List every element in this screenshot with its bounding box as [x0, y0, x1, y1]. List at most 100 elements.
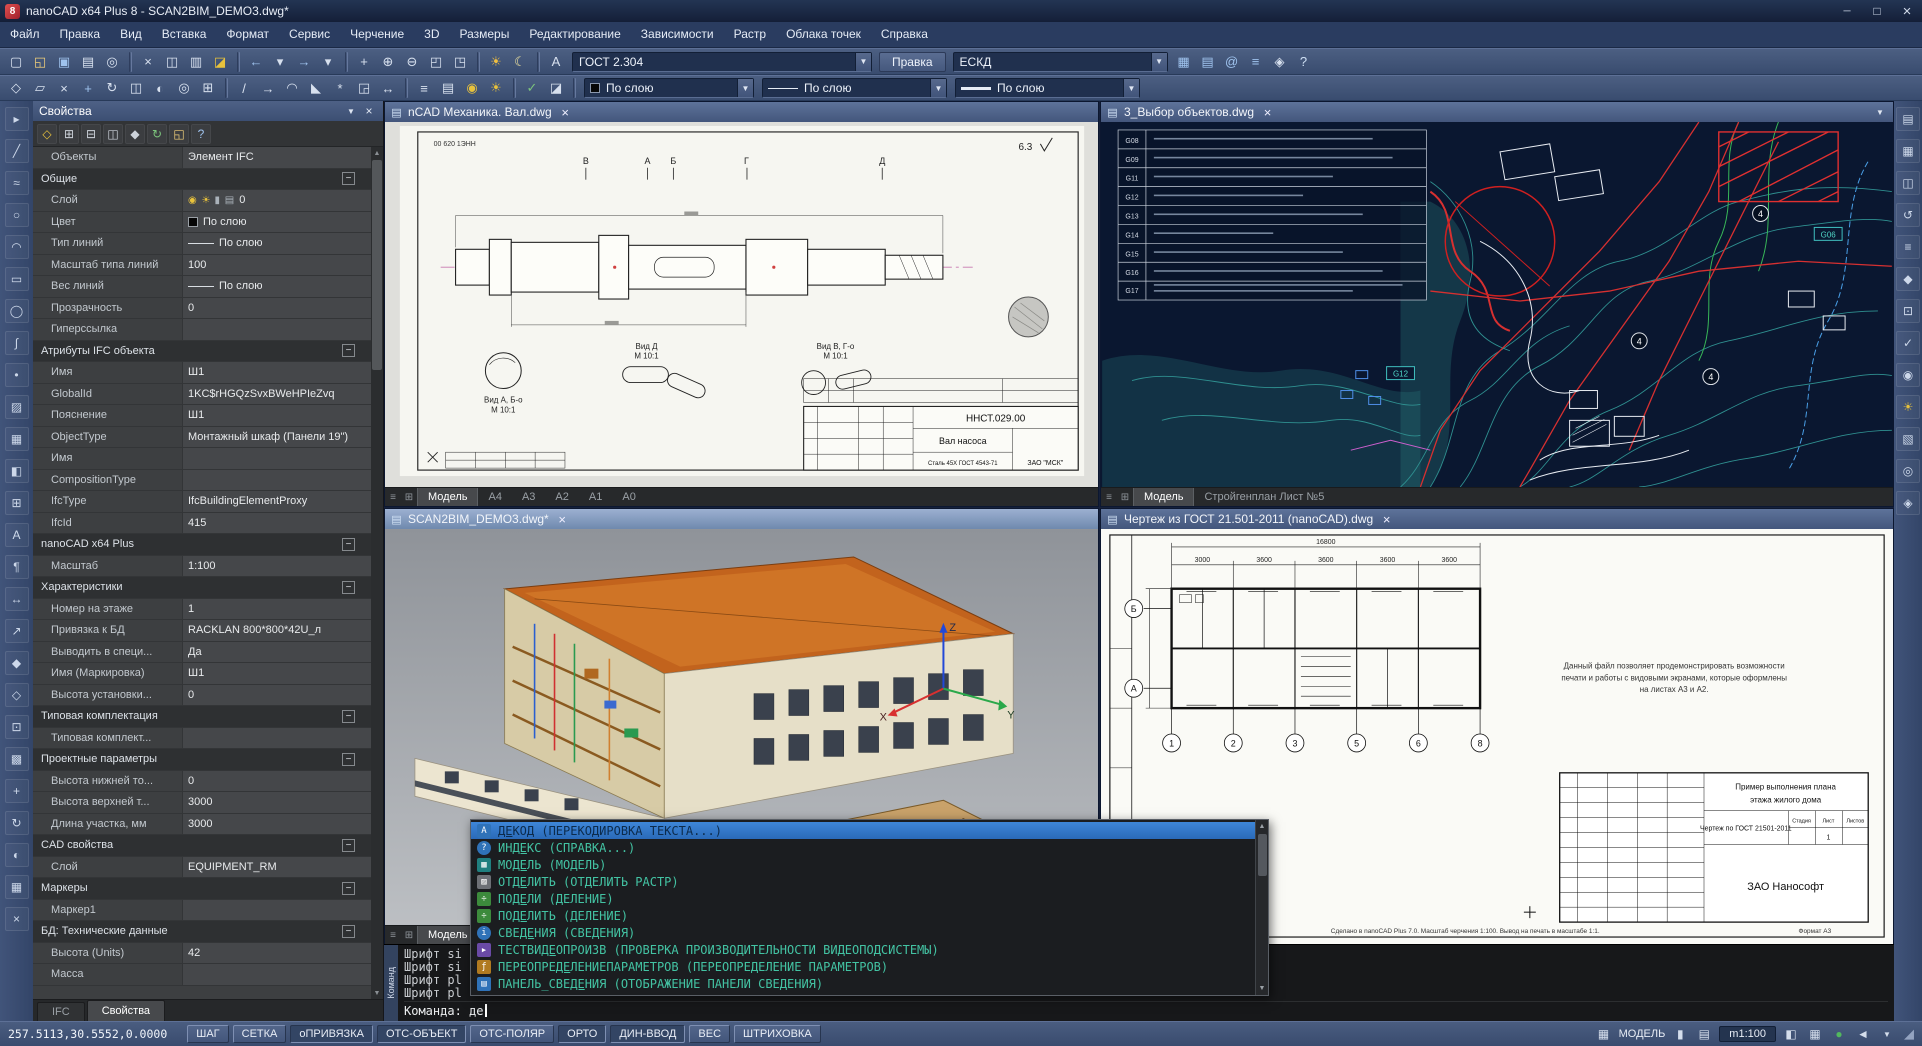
layout-grid-icon[interactable]: [401, 930, 417, 941]
panel-collapse-icon[interactable]: [343, 103, 359, 119]
new-file-icon[interactable]: ▢: [5, 51, 27, 73]
status-toggle[interactable]: ШАГ: [187, 1025, 228, 1043]
copy-object-icon[interactable]: ◫: [125, 77, 147, 99]
collapse-section-icon[interactable]: [342, 710, 355, 723]
quick-select-icon[interactable]: ◇: [37, 124, 57, 144]
property-row[interactable]: ObjectType Монтажный шкаф (Панели 19"): [33, 427, 371, 449]
notes-icon[interactable]: ▤: [1197, 51, 1219, 73]
night-mode-icon[interactable]: ☾: [509, 51, 531, 73]
menu-item[interactable]: Растр: [724, 22, 776, 47]
clear-selection-icon[interactable]: ⊟: [81, 124, 101, 144]
redo-list-icon[interactable]: ▾: [317, 51, 339, 73]
property-row[interactable]: nanoCAD x64 Plus: [33, 534, 371, 556]
circle-icon[interactable]: ○: [5, 203, 29, 227]
collapse-section-icon[interactable]: [342, 753, 355, 766]
properties-panel-header[interactable]: Свойства: [33, 101, 383, 121]
select-all-icon[interactable]: ⊞: [59, 124, 79, 144]
scroll-down-icon[interactable]: [371, 987, 383, 999]
open-file-icon[interactable]: ◱: [29, 51, 51, 73]
mirror-tool-icon[interactable]: ◐: [5, 843, 29, 867]
layout-list-icon[interactable]: [1101, 492, 1117, 503]
property-row[interactable]: Слой EQUIPMENT_RM: [33, 857, 371, 879]
menu-item[interactable]: Редактирование: [519, 22, 630, 47]
mech-drawing[interactable]: 00 620 1ЭНН 6.3 В А Б Г Д: [385, 122, 1098, 487]
pin-icon[interactable]: ◆: [125, 124, 145, 144]
scroll-down-icon[interactable]: [1256, 982, 1269, 995]
history-panel-icon[interactable]: ↺: [1896, 203, 1920, 227]
close-button[interactable]: [1892, 0, 1922, 22]
linetype-combo[interactable]: По слою: [762, 78, 947, 98]
day-mode-icon[interactable]: ☀: [485, 51, 507, 73]
property-row[interactable]: БД: Технические данные: [33, 921, 371, 943]
window-menu-icon[interactable]: [1872, 108, 1888, 117]
attach-icon[interactable]: @: [1221, 51, 1243, 73]
extend-icon[interactable]: →: [257, 77, 279, 99]
scroll-up-icon[interactable]: [371, 147, 383, 159]
menu-item[interactable]: Вставка: [152, 22, 217, 47]
scrollbar-thumb[interactable]: [1258, 834, 1267, 876]
lineweight-combo[interactable]: По слою: [955, 78, 1140, 98]
status-toggle[interactable]: ОТС-ОБЪЕКТ: [377, 1025, 466, 1043]
select-cursor-icon[interactable]: ▸: [5, 107, 29, 131]
close-icon[interactable]: [1379, 512, 1394, 527]
dimension-icon[interactable]: ↔: [5, 587, 29, 611]
autocomplete-item[interactable]: ОТДЕЛИТЬ (ОТДЕЛИТЬ РАСТР): [471, 873, 1255, 890]
minimize-button[interactable]: [1832, 0, 1862, 22]
layout-tab[interactable]: А0: [612, 488, 645, 506]
property-row[interactable]: Маркеры: [33, 878, 371, 900]
scrollbar-thumb[interactable]: [372, 160, 382, 370]
cut-icon[interactable]: ×: [137, 51, 159, 73]
move-tool-icon[interactable]: +: [5, 779, 29, 803]
properties-scrollbar[interactable]: [371, 147, 383, 999]
property-row[interactable]: GlobalId 1KC$rHGQzSvxBWeHPIeZvq: [33, 384, 371, 406]
maximize-button[interactable]: [1862, 0, 1892, 22]
layout-list-icon[interactable]: [385, 930, 401, 941]
text-style-icon[interactable]: A: [545, 51, 567, 73]
collapse-section-icon[interactable]: [342, 581, 355, 594]
help-button-icon[interactable]: ?: [1293, 51, 1315, 73]
model-space-icon[interactable]: ▦: [1595, 1025, 1613, 1043]
grid-display-icon[interactable]: ▦: [1806, 1025, 1824, 1043]
property-row[interactable]: Объекты Элемент IFC: [33, 147, 371, 169]
edit-text-style-button[interactable]: Правка: [879, 52, 946, 72]
point-icon[interactable]: •: [5, 363, 29, 387]
close-icon[interactable]: [558, 105, 573, 120]
property-row[interactable]: Характеристики: [33, 577, 371, 599]
region-icon[interactable]: ◧: [5, 459, 29, 483]
property-row[interactable]: Пояснение Ш1: [33, 405, 371, 427]
window-gost-titlebar[interactable]: Чертеж из ГОСТ 21.501-2011 (nanoCAD).dwg: [1101, 509, 1893, 529]
property-row[interactable]: CAD свойства: [33, 835, 371, 857]
hatch-icon[interactable]: ▨: [5, 395, 29, 419]
xref-icon[interactable]: ⊡: [5, 715, 29, 739]
rectangle-icon[interactable]: ▭: [5, 267, 29, 291]
fillet-icon[interactable]: ◠: [281, 77, 303, 99]
settings-panel-icon[interactable]: ◈: [1896, 491, 1920, 515]
redo-icon[interactable]: →: [293, 51, 315, 73]
calc-icon[interactable]: ≡: [1245, 51, 1267, 73]
close-icon[interactable]: [555, 512, 570, 527]
status-toggle[interactable]: ОТС-ПОЛЯР: [470, 1025, 554, 1043]
markup-panel-icon[interactable]: ✓: [1896, 331, 1920, 355]
speaker-icon[interactable]: ◄: [1854, 1025, 1872, 1043]
autocomplete-item[interactable]: ПЕРЕОПРЕДЕЛЕНИЕПАРАМЕТРОВ (ПЕРЕОПРЕДЕЛЕН…: [471, 958, 1255, 975]
make-current-icon[interactable]: ✓: [521, 77, 543, 99]
folder-icon[interactable]: ◱: [169, 124, 189, 144]
scale-display[interactable]: m1:100: [1719, 1026, 1776, 1042]
autocomplete-item[interactable]: ПОДЕЛИ (ДЕЛЕНИЕ): [471, 890, 1255, 907]
property-row[interactable]: Имя (Маркировка) Ш1: [33, 663, 371, 685]
property-row[interactable]: Вес линий По слою: [33, 276, 371, 298]
viewport-icon[interactable]: ◧: [1782, 1025, 1800, 1043]
chevron-down-icon[interactable]: [1151, 53, 1167, 71]
notification-icon[interactable]: ●: [1830, 1025, 1848, 1043]
menu-item[interactable]: Облака точек: [776, 22, 871, 47]
tray-icon[interactable]: ▤: [1695, 1025, 1713, 1043]
table-tool-icon[interactable]: ⊞: [5, 491, 29, 515]
property-row[interactable]: Общие: [33, 169, 371, 191]
property-row[interactable]: Типовая комплектация: [33, 706, 371, 728]
chevron-down-icon[interactable]: [855, 53, 871, 71]
panel-close-icon[interactable]: [361, 103, 377, 119]
format-painter-icon[interactable]: ◪: [209, 51, 231, 73]
text-tool-icon[interactable]: A: [5, 523, 29, 547]
layout-tab[interactable]: А3: [512, 488, 545, 506]
collapse-section-icon[interactable]: [342, 882, 355, 895]
